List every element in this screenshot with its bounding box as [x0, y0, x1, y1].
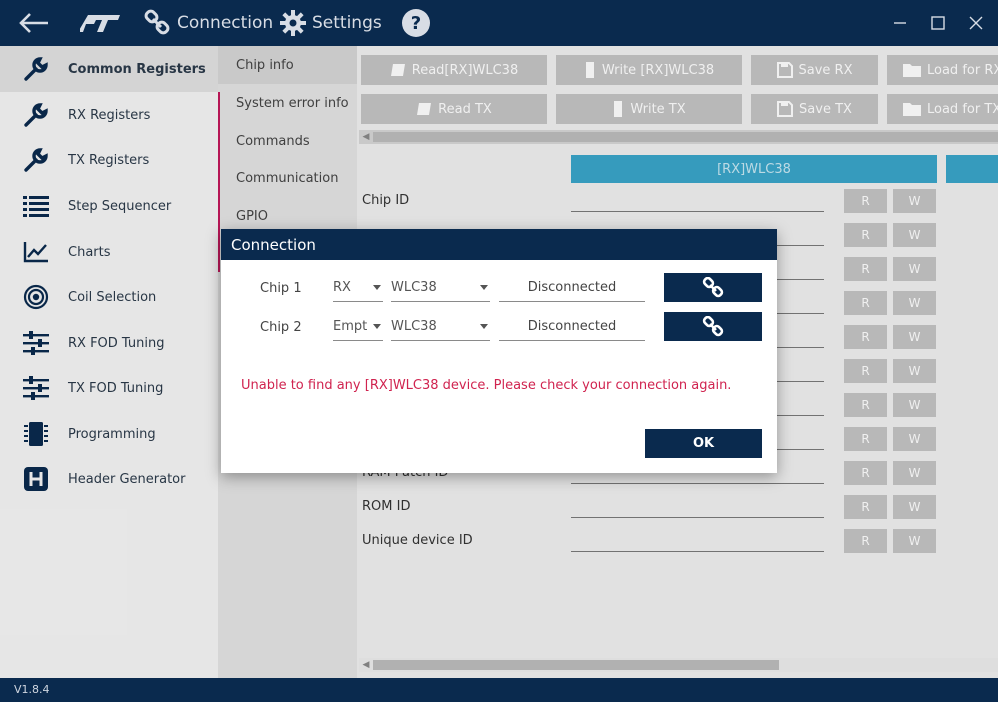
- chip2-label: Chip 2: [260, 320, 302, 335]
- help-icon: ?: [402, 9, 430, 37]
- chip1-label: Chip 1: [260, 281, 302, 296]
- st-logo-icon: [80, 15, 120, 32]
- chevron-down-icon: [373, 324, 381, 329]
- chip1-connect-button[interactable]: [664, 273, 762, 302]
- connection-dialog: Connection Chip 1 RX WLC38 Disconnected …: [221, 229, 777, 473]
- chip1-device-select[interactable]: WLC38: [391, 273, 490, 302]
- back-button[interactable]: [18, 0, 50, 46]
- chip1-device-value: WLC38: [391, 280, 437, 295]
- gear-icon: [280, 10, 306, 36]
- ok-button[interactable]: OK: [645, 429, 762, 458]
- help-button[interactable]: ?: [401, 0, 431, 46]
- minimize-icon: [894, 22, 906, 24]
- connection-label: Connection: [177, 13, 274, 33]
- close-icon: [969, 16, 983, 30]
- link-icon: [702, 276, 724, 297]
- link-icon: [702, 315, 724, 336]
- chip2-role-value: Empt: [333, 319, 368, 334]
- chip1-role-select[interactable]: RX: [333, 273, 383, 302]
- status-bar: V1.8.4: [0, 678, 998, 702]
- chip1-row: Chip 1 RX WLC38 Disconnected: [221, 273, 777, 303]
- chip2-status: Disconnected: [499, 312, 645, 341]
- version-label: V1.8.4: [14, 683, 50, 696]
- chip2-row: Chip 2 Empt WLC38 Disconnected: [221, 312, 777, 342]
- maximize-button[interactable]: [918, 0, 958, 46]
- chevron-down-icon: [373, 285, 381, 290]
- close-button[interactable]: [956, 0, 996, 46]
- connection-menu[interactable]: Connection: [143, 0, 273, 46]
- error-message: Unable to find any [RX]WLC38 device. Ple…: [241, 378, 732, 393]
- chip2-connect-button[interactable]: [664, 312, 762, 341]
- chip1-status: Disconnected: [499, 273, 645, 302]
- chevron-down-icon: [480, 324, 488, 329]
- link-icon: [144, 9, 170, 35]
- svg-text:?: ?: [411, 13, 421, 34]
- minimize-button[interactable]: [880, 0, 920, 46]
- maximize-icon: [931, 16, 945, 30]
- dialog-title: Connection: [221, 229, 777, 260]
- chip2-role-select[interactable]: Empt: [333, 312, 383, 341]
- chip2-device-value: WLC38: [391, 319, 437, 334]
- title-bar: Connection Settings ?: [0, 0, 998, 46]
- settings-label: Settings: [312, 13, 382, 33]
- settings-menu[interactable]: Settings: [280, 0, 382, 46]
- st-logo: [80, 0, 122, 46]
- chip1-role-value: RX: [333, 280, 351, 295]
- chevron-down-icon: [480, 285, 488, 290]
- chip2-device-select[interactable]: WLC38: [391, 312, 490, 341]
- back-arrow-icon: [19, 13, 48, 33]
